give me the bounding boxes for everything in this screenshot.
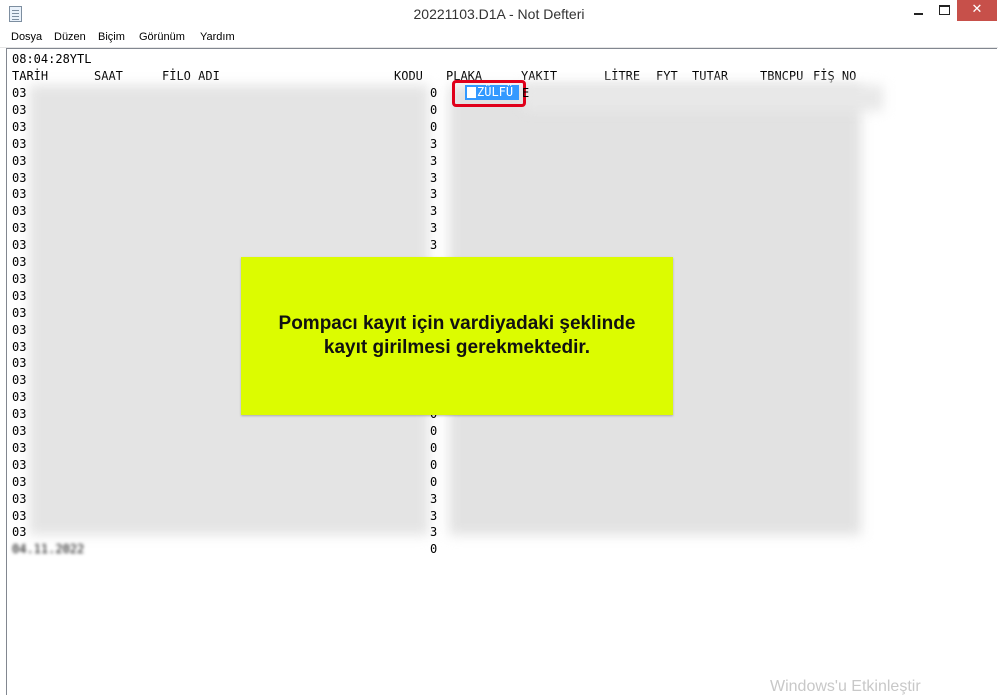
row-prefix: 03: [12, 255, 27, 269]
maximize-icon: [938, 5, 950, 15]
row-prefix: 03: [12, 187, 27, 202]
col-tarih: TARİH: [12, 69, 49, 83]
row-prefix: 03: [12, 508, 27, 523]
row-suffix: 0: [430, 424, 438, 438]
row-prefix: 03: [12, 440, 27, 455]
row-prefix: 03: [12, 356, 27, 371]
row-prefix: 03: [12, 288, 27, 303]
notice-line-1: Pompacı kayıt için vardiyadaki şeklinde: [278, 313, 636, 334]
row-prefix: 03: [12, 238, 27, 253]
row-suffix: 3: [430, 187, 438, 202]
row-prefix: 03: [12, 170, 27, 185]
row-prefix: 03: [12, 204, 27, 219]
row-suffix: 3: [430, 153, 438, 168]
after-selection-text: E: [522, 86, 530, 100]
row-prefix: 04.11.2022: [12, 542, 85, 557]
row-suffix: 0: [430, 474, 438, 489]
row-suffix: 3: [430, 170, 438, 185]
title-bar: 20221103.D1A - Not Defteri ✕: [0, 0, 998, 29]
col-saat: SAAT: [94, 69, 123, 83]
col-litre: LİTRE: [604, 69, 641, 83]
menu-bar: Dosya Düzen Biçim Görünüm Yardım: [0, 29, 998, 48]
row-suffix: 3: [430, 508, 438, 523]
row-prefix: 03: [12, 119, 27, 134]
row-prefix: 03: [12, 322, 27, 337]
minimize-button[interactable]: [905, 0, 931, 21]
row-suffix: 0: [430, 457, 438, 472]
col-fyt: FYT: [656, 69, 678, 83]
row-suffix: 3: [430, 221, 438, 236]
row-suffix: 3: [430, 204, 438, 219]
col-yakit: YAKIT: [521, 69, 558, 83]
time-line: 08:04:28YTL: [12, 52, 92, 66]
row-prefix: 03: [12, 339, 27, 354]
row-suffix: 3: [430, 491, 438, 506]
notice-box: Pompacı kayıt için vardiyadaki şeklinde …: [241, 257, 673, 415]
row-prefix: 03: [12, 271, 27, 286]
activation-watermark: Windows'u Etkinleştir: [770, 678, 921, 695]
row-prefix: 03: [12, 491, 27, 506]
row-prefix: 03: [12, 305, 27, 320]
col-fis-no: FİŞ NO: [813, 69, 857, 83]
row-suffix: 3: [430, 136, 438, 151]
row-prefix: 03: [12, 525, 27, 540]
row-prefix: 03: [12, 373, 27, 388]
row-prefix: 03: [12, 407, 27, 422]
row-prefix: 03: [12, 390, 27, 405]
window-title: 20221103.D1A - Not Defteri: [413, 6, 585, 22]
row-prefix: 03: [12, 474, 27, 489]
row-prefix: 03: [12, 457, 27, 472]
close-icon: ✕: [971, 2, 983, 17]
col-tutar: TUTAR: [692, 69, 729, 83]
row-suffix: 0: [430, 86, 438, 100]
row-prefix: 03: [12, 221, 27, 236]
redacted-top-strip: [523, 85, 883, 111]
row-prefix: 03: [12, 153, 27, 168]
close-button[interactable]: ✕: [957, 0, 997, 21]
row-prefix: 03: [12, 136, 27, 151]
row-prefix: 03: [12, 424, 27, 438]
col-tbncpu: TBNCPU: [760, 69, 804, 83]
row-suffix: 0: [430, 542, 438, 557]
menu-view[interactable]: Görünüm: [139, 31, 185, 43]
row-suffix: 3: [430, 525, 438, 540]
menu-help[interactable]: Yardım: [200, 31, 235, 43]
row-suffix: 0: [430, 440, 438, 455]
row-suffix: 0: [430, 102, 438, 117]
row-suffix: 3: [430, 238, 438, 253]
notice-text: Pompacı kayıt için vardiyadaki şeklinde …: [247, 312, 667, 360]
col-filo-adi: FİLO ADI: [162, 69, 220, 83]
row-prefix: 03: [12, 102, 27, 117]
notice-line-2: kayıt girilmesi gerekmektedir.: [323, 337, 591, 358]
menu-format[interactable]: Biçim: [98, 31, 125, 43]
row-prefix: 03: [12, 86, 27, 100]
maximize-button[interactable]: [931, 0, 957, 21]
row-suffix: 0: [430, 119, 438, 134]
red-highlight-box: [452, 80, 526, 107]
minimize-icon: [913, 13, 923, 15]
col-kodu: KODU: [394, 69, 423, 83]
menu-file[interactable]: Dosya: [11, 31, 42, 43]
menu-edit[interactable]: Düzen: [54, 31, 86, 43]
